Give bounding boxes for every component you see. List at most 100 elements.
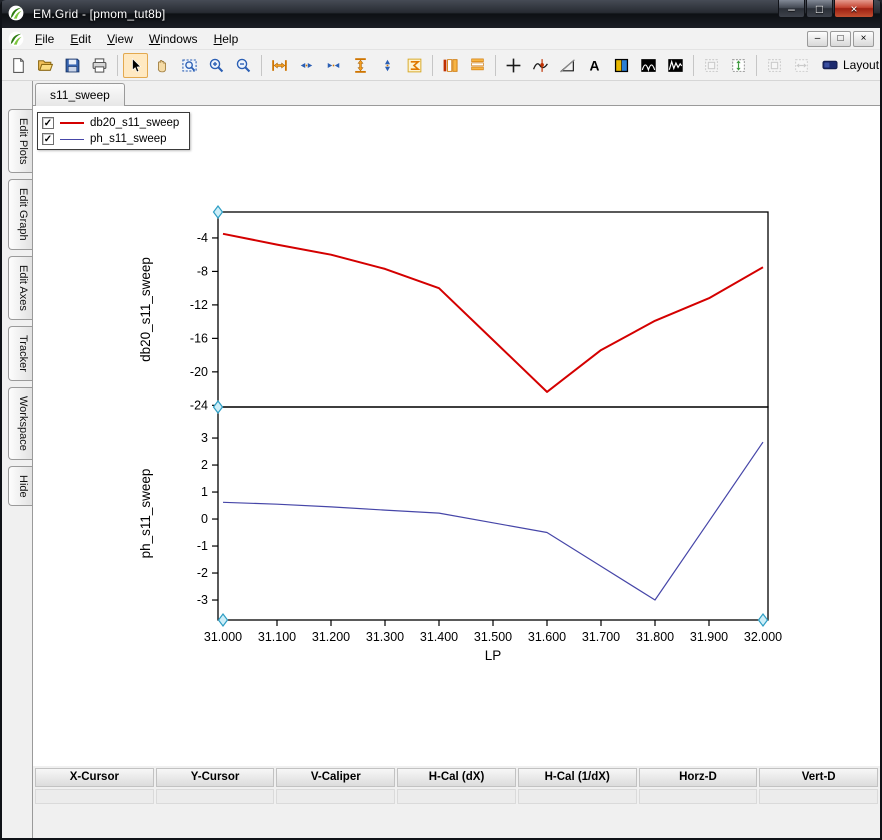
x-tick-label: 31.800 (636, 630, 674, 644)
layout-group[interactable]: Layout (814, 57, 879, 73)
curve-tracker-button[interactable] (528, 53, 553, 78)
expand-y-axis-button[interactable] (348, 53, 373, 78)
column-layout-icon (443, 58, 458, 72)
sidebar-tab-edit-plots[interactable]: Edit Plots (8, 109, 32, 174)
pan-button[interactable] (150, 53, 175, 78)
mdi-minimize-button[interactable]: – (807, 30, 828, 47)
plot-area[interactable]: -4 -8 -12 -16 -20 -24 db20_s11_sweep 3 2 1 0 -1 -2 -3… (92, 205, 832, 675)
menu-file[interactable]: File (27, 29, 62, 49)
crosshair-cursor-button[interactable] (501, 53, 526, 78)
shift-x-out-button[interactable] (294, 53, 319, 78)
main-area: Edit Plots Edit Graph Edit Axes Tracker Work… (2, 81, 880, 838)
waveform-view-2-icon (668, 58, 683, 72)
legend-label: db20_s11_sweep (90, 117, 180, 129)
document-icon[interactable] (8, 31, 24, 47)
fit-window-horizontal-icon (768, 58, 781, 72)
column-header-x-cursor: X-Cursor (35, 768, 154, 787)
menu-help[interactable]: Help (206, 29, 247, 49)
top-plot: -4 -8 -12 -16 -20 -24 db20_s11_sweep (138, 211, 769, 412)
column-layout-button[interactable] (438, 53, 463, 78)
new-document-button[interactable] (6, 53, 31, 78)
menu-windows[interactable]: Windows (141, 29, 206, 49)
sidebar-tab-hide[interactable]: Hide (8, 465, 32, 507)
toolbar-separator (432, 54, 433, 76)
minimize-button[interactable]: – (778, 0, 805, 18)
axis-cursor-diamond[interactable] (217, 613, 229, 627)
autoscale-icon (407, 58, 422, 72)
app-logo-icon (8, 31, 24, 46)
autoscale-button[interactable] (402, 53, 427, 78)
mdi-window-buttons: – □ × (807, 30, 877, 47)
legend-checkbox-ph-s11-sweep[interactable]: ✓ (42, 133, 54, 145)
pan-icon (157, 59, 167, 72)
shift-y-button[interactable] (375, 53, 400, 78)
select-cursor-button[interactable] (123, 52, 148, 78)
expand-x-axis-button[interactable] (267, 53, 292, 78)
fit-window-horizontal-button (762, 53, 787, 78)
waveform-view-2-button[interactable] (663, 53, 688, 78)
text-annotation-button[interactable]: A (582, 53, 607, 78)
y-tick-label: -3 (197, 593, 208, 607)
legend-line-sample (60, 138, 84, 140)
column-header-horz-d: Horz-D (638, 768, 758, 787)
shift-x-in-button[interactable] (321, 53, 346, 78)
axis-cursor-diamond[interactable] (212, 205, 224, 219)
expand-y-axis-icon (355, 57, 366, 73)
sidebar-tab-tracker[interactable]: Tracker (8, 325, 32, 381)
waveform-view-1-button[interactable] (636, 53, 661, 78)
open-file-button[interactable] (33, 53, 58, 78)
zoom-in-button[interactable] (204, 53, 229, 78)
fit-vertical-button[interactable] (726, 53, 751, 78)
x-axis-label: LP (485, 648, 502, 663)
axis-cursor-diamond[interactable] (212, 400, 224, 414)
legend-item-ph-s11-sweep: ✓ ph_s11_sweep (42, 133, 179, 145)
sidebar-tab-edit-axes[interactable]: Edit Axes (8, 256, 32, 320)
svg-text:A: A (590, 57, 600, 73)
cursor-cell-v-caliper (276, 789, 396, 804)
menu-view[interactable]: View (99, 29, 141, 49)
print-icon (92, 57, 107, 73)
sidebar-tab-workspace[interactable]: Workspace (8, 386, 32, 460)
y-axis-label: db20_s11_sweep (138, 257, 153, 362)
expand-x-axis-icon (272, 59, 287, 71)
mdi-close-button[interactable]: × (853, 30, 874, 47)
zoom-out-button[interactable] (231, 53, 256, 78)
y-tick-label: -1 (197, 539, 208, 553)
column-header-v-caliper: V-Caliper (276, 768, 396, 787)
mdi-restore-button[interactable]: □ (830, 30, 851, 47)
plot-canvas[interactable]: ✓ db20_s11_sweep ✓ ph_s11_sweep -4 -8 -12 -16-… (33, 106, 880, 766)
sidebar-tabs: Edit Plots Edit Graph Edit Axes Tracker Work… (2, 81, 32, 838)
column-header-h-cal-dx: H-Cal (dX) (397, 768, 516, 787)
slope-marker-button[interactable] (555, 53, 580, 78)
app-icon[interactable] (8, 5, 26, 23)
document-tab-s11-sweep[interactable]: s11_sweep (35, 83, 125, 106)
zoom-region-icon (182, 58, 197, 72)
fit-vertical-icon (732, 58, 745, 72)
close-button[interactable]: × (834, 0, 874, 18)
color-map-icon (614, 58, 629, 72)
y-tick-label: 1 (201, 485, 208, 499)
color-map-button[interactable] (609, 53, 634, 78)
cursor-cell-vert-d (759, 789, 878, 804)
print-button[interactable] (87, 53, 112, 78)
title-bar: EM.Grid - [pmom_tut8b] – □ × (2, 0, 880, 28)
y-tick-label: -4 (197, 231, 208, 245)
menu-items: File Edit View Windows Help (27, 29, 246, 49)
save-button[interactable] (60, 53, 85, 78)
waveform-view-1-icon (641, 58, 656, 72)
shift-x-out-icon (300, 62, 313, 68)
menu-edit[interactable]: Edit (62, 29, 99, 49)
maximize-button[interactable]: □ (806, 0, 833, 18)
y-tick-label: 3 (201, 431, 208, 445)
column-header-h-cal-1-dx: H-Cal (1/dX) (517, 768, 637, 787)
content-area: s11_sweep ✓ db20_s11_sweep ✓ ph_s11_sweep -… (32, 81, 880, 838)
cursor-cell-h-cal-dx (397, 789, 516, 804)
zoom-region-button[interactable] (177, 53, 202, 78)
row-layout-button[interactable] (465, 53, 490, 78)
sidebar-tab-edit-graph[interactable]: Edit Graph (8, 179, 32, 251)
axis-cursor-diamond[interactable] (757, 613, 769, 627)
cursor-cell-horz-d (638, 789, 758, 804)
x-tick-label: 31.300 (366, 630, 404, 644)
y-tick-label: 2 (201, 458, 208, 472)
legend-checkbox-db20-s11-sweep[interactable]: ✓ (42, 117, 54, 129)
